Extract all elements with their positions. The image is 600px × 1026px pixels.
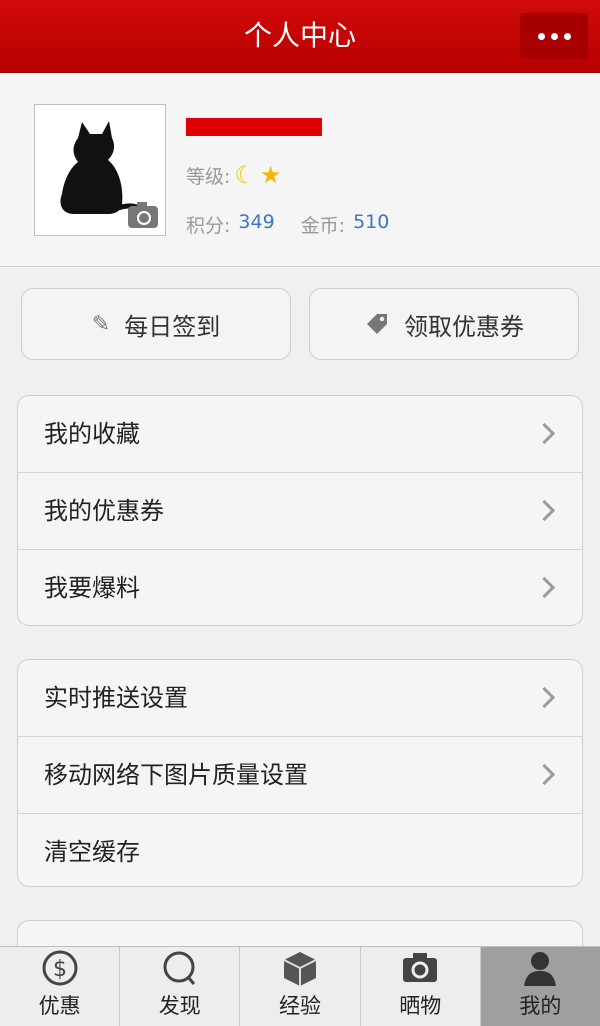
pencil-icon: ✎ [91, 311, 111, 337]
get-coupon-label: 领取优惠券 [404, 312, 524, 341]
menu-item-push-settings[interactable]: 实时推送设置 [18, 660, 582, 737]
tab-label: 晒物 [399, 994, 442, 1018]
tab-label: 发现 [158, 994, 201, 1018]
chevron-right-icon [533, 576, 556, 599]
tab-showoff[interactable]: 晒物 [361, 947, 481, 1026]
tab-label: 优惠 [38, 994, 81, 1018]
page-title: 个人中心 [243, 19, 356, 52]
tab-mine[interactable]: 我的 [480, 947, 600, 1026]
menu-item-label: 我的收藏 [44, 420, 140, 448]
tab-label: 我的 [519, 994, 562, 1018]
person-icon [524, 952, 557, 986]
menu-item-submit-tip[interactable]: 我要爆料 [18, 550, 582, 625]
coins-label: 金币: [300, 215, 346, 237]
tag-icon [367, 314, 387, 334]
daily-signin-button[interactable]: ✎ 每日签到 [21, 288, 291, 360]
menu-item-clear-cache[interactable]: 清空缓存 [18, 814, 582, 886]
chevron-right-icon [533, 499, 556, 522]
profile-card: 等级: ☾ ★ 积分: 349 金币: 510 [0, 73, 600, 267]
level-row: 等级: ☾ ★ [186, 161, 281, 189]
points-value: 349 [238, 211, 275, 233]
menu-group-personal: 我的收藏 我的优惠券 我要爆料 [17, 395, 583, 626]
chevron-right-icon [533, 422, 556, 445]
menu-item-label: 实时推送设置 [44, 684, 188, 712]
tab-experience[interactable]: 经验 [240, 947, 361, 1026]
tab-deals[interactable]: $ 优惠 [0, 947, 121, 1026]
camera-icon[interactable] [128, 202, 158, 228]
moon-icon: ☾ [234, 161, 256, 189]
level-label: 等级: [186, 165, 231, 188]
top-bar: 个人中心 [0, 0, 600, 73]
points-label: 积分: [186, 215, 231, 237]
menu-item-label: 我的优惠券 [44, 497, 164, 525]
dollar-icon: $ [42, 950, 78, 986]
menu-item-favorites[interactable]: 我的收藏 [18, 396, 582, 473]
tab-label: 经验 [279, 994, 321, 1018]
chevron-right-icon [533, 686, 556, 709]
bottom-tab-bar: $ 优惠 发现 经验 晒物 我的 [0, 946, 600, 1026]
coins-value: 510 [353, 211, 390, 233]
search-icon [163, 951, 195, 985]
more-dots-icon[interactable] [520, 13, 588, 59]
daily-signin-label: 每日签到 [124, 312, 221, 341]
box-icon [283, 952, 317, 986]
menu-item-label: 清空缓存 [44, 838, 140, 866]
menu-group-settings: 实时推送设置 移动网络下图片质量设置 清空缓存 [17, 659, 583, 887]
tab-discover[interactable]: 发现 [120, 947, 241, 1026]
menu-item-label: 我要爆料 [44, 574, 140, 602]
menu-item-my-coupons[interactable]: 我的优惠券 [18, 473, 582, 550]
star-icon: ★ [259, 161, 282, 189]
avatar[interactable] [34, 104, 166, 236]
redacted-username [186, 118, 322, 136]
camera-icon [403, 953, 438, 982]
svg-text:$: $ [53, 957, 67, 982]
menu-item-label: 移动网络下图片质量设置 [44, 761, 308, 789]
menu-item-image-quality[interactable]: 移动网络下图片质量设置 [18, 737, 582, 814]
points-row: 积分: 349 金币: 510 [186, 211, 415, 238]
chevron-right-icon [533, 763, 556, 786]
get-coupon-button[interactable]: 领取优惠券 [309, 288, 579, 360]
